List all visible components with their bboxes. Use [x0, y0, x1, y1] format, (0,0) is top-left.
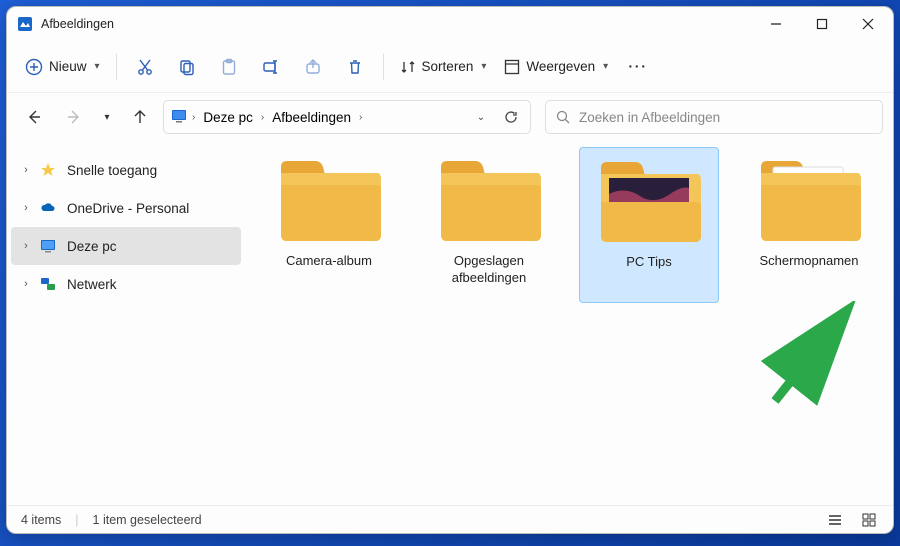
folder-label: Camera-album	[286, 253, 372, 270]
folder-saved-images[interactable]: Opgeslagen afbeeldingen	[419, 147, 559, 303]
maximize-button[interactable]	[799, 8, 845, 40]
window-title: Afbeeldingen	[41, 17, 753, 31]
pc-icon	[170, 107, 188, 128]
chevron-right-icon: ›	[17, 237, 35, 255]
monitor-icon	[39, 237, 57, 255]
minimize-button[interactable]	[753, 8, 799, 40]
sidebar-label: Netwerk	[67, 277, 117, 292]
breadcrumb-pc[interactable]: Deze pc	[199, 108, 257, 127]
chevron-right-icon: ›	[192, 112, 195, 123]
network-icon	[39, 275, 57, 293]
chevron-right-icon: ›	[261, 112, 264, 123]
chevron-down-icon: ▾	[95, 61, 100, 72]
search-box[interactable]	[545, 100, 883, 134]
separator	[383, 54, 384, 80]
folder-label: PC Tips	[626, 254, 672, 271]
search-icon	[556, 110, 571, 125]
file-explorer-window: Afbeeldingen Nieuw ▾ Sorteren ▾ Weergeve…	[6, 6, 894, 534]
chevron-right-icon: ›	[17, 199, 35, 217]
chevron-down-icon: ▾	[481, 61, 486, 72]
separator	[116, 54, 117, 80]
view-button[interactable]: Weergeven ▾	[496, 49, 616, 85]
item-count: 4 items	[21, 513, 61, 527]
star-icon	[39, 161, 57, 179]
toolbar: Nieuw ▾ Sorteren ▾ Weergeven ▾ ···	[7, 41, 893, 93]
folder-pc-tips[interactable]: PC Tips	[579, 147, 719, 303]
folder-icon	[435, 157, 543, 245]
sidebar-onedrive[interactable]: › OneDrive - Personal	[11, 189, 241, 227]
address-bar[interactable]: › Deze pc › Afbeeldingen › ⌄	[163, 100, 531, 134]
new-label: Nieuw	[49, 59, 87, 74]
folder-screenshots[interactable]: Schermopnamen	[739, 147, 879, 303]
titlebar: Afbeeldingen	[7, 7, 893, 41]
annotation-arrow	[755, 301, 875, 411]
folder-icon-with-preview	[595, 158, 703, 246]
view-label: Weergeven	[526, 59, 595, 74]
sidebar-network[interactable]: › Netwerk	[11, 265, 241, 303]
sidebar-label: Deze pc	[67, 239, 117, 254]
back-button[interactable]	[17, 100, 51, 134]
details-view-button[interactable]	[825, 510, 845, 530]
chevron-down-icon: ▾	[603, 61, 608, 72]
copy-button[interactable]	[167, 49, 207, 85]
forward-button[interactable]	[57, 100, 91, 134]
cloud-icon	[39, 199, 57, 217]
folder-icon	[275, 157, 383, 245]
chevron-right-icon: ›	[17, 275, 35, 293]
thumbnails-view-button[interactable]	[859, 510, 879, 530]
delete-button[interactable]	[335, 49, 375, 85]
sort-button[interactable]: Sorteren ▾	[392, 49, 495, 85]
close-button[interactable]	[845, 8, 891, 40]
paste-button[interactable]	[209, 49, 249, 85]
cut-button[interactable]	[125, 49, 165, 85]
sidebar-quick-access[interactable]: › Snelle toegang	[11, 151, 241, 189]
share-button[interactable]	[293, 49, 333, 85]
more-button[interactable]: ···	[618, 49, 658, 85]
sidebar: › Snelle toegang › OneDrive - Personal ›…	[7, 141, 245, 505]
new-button[interactable]: Nieuw ▾	[17, 49, 108, 85]
search-input[interactable]	[579, 110, 872, 125]
sidebar-this-pc[interactable]: › Deze pc	[11, 227, 241, 265]
statusbar: 4 items | 1 item geselecteerd	[7, 505, 893, 533]
folder-icon	[755, 157, 863, 245]
sort-label: Sorteren	[422, 59, 474, 74]
chevron-right-icon: ›	[359, 112, 362, 123]
recent-button[interactable]: ▾	[97, 100, 117, 134]
refresh-button[interactable]	[498, 104, 524, 130]
rename-button[interactable]	[251, 49, 291, 85]
folder-label: Schermopnamen	[760, 253, 859, 270]
address-dropdown[interactable]: ⌄	[468, 104, 494, 130]
breadcrumb-folder[interactable]: Afbeeldingen	[268, 108, 355, 127]
up-button[interactable]	[123, 100, 157, 134]
content-area[interactable]: Camera-album Opgeslagen afbeeldingen PC …	[245, 141, 893, 505]
folder-camera-album[interactable]: Camera-album	[259, 147, 399, 303]
chevron-right-icon: ›	[17, 161, 35, 179]
sidebar-label: Snelle toegang	[67, 163, 157, 178]
app-icon	[17, 16, 33, 32]
navbar: ▾ › Deze pc › Afbeeldingen › ⌄	[7, 93, 893, 141]
sidebar-label: OneDrive - Personal	[67, 201, 189, 216]
folder-label: Opgeslagen afbeeldingen	[419, 253, 559, 287]
selection-count: 1 item geselecteerd	[93, 513, 202, 527]
